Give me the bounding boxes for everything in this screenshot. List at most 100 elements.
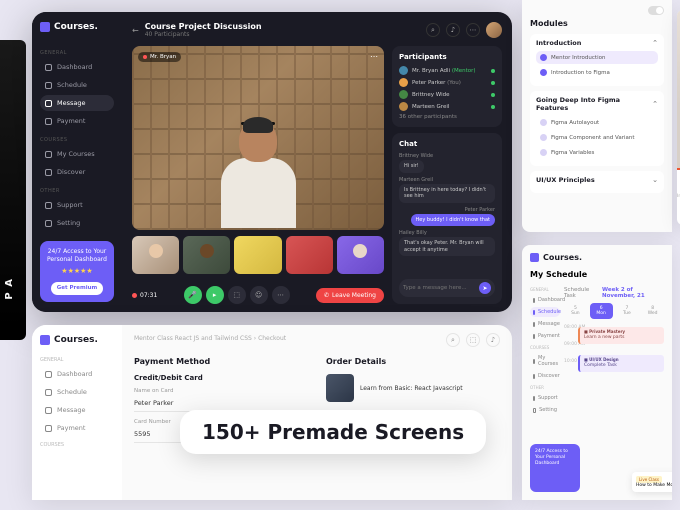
star-rating: ★★★★★ — [47, 267, 107, 276]
thumb-5[interactable] — [337, 236, 384, 274]
more-participants-link[interactable]: 36 other participants — [399, 114, 495, 120]
chevron-up-icon: ⌃ — [652, 39, 658, 47]
chat-input[interactable] — [403, 285, 476, 291]
nav-payment[interactable]: Payment — [40, 113, 114, 129]
module-item[interactable]: Introduction to Figma — [536, 66, 658, 79]
search-icon[interactable]: ⌕ — [446, 333, 460, 347]
nav-payment[interactable]: Payment — [530, 331, 560, 341]
cart-icon[interactable]: ⬚ — [466, 333, 480, 347]
book-icon — [45, 151, 52, 158]
main-video[interactable]: Mr. Bryan ⋯ — [132, 46, 384, 230]
schedule-screen: Courses. My Schedule GENERAL Dashboard S… — [522, 245, 672, 500]
bell-icon[interactable]: ♪ — [486, 333, 500, 347]
participant-row[interactable]: Peter Parker (You) — [399, 78, 495, 87]
phone-icon: ✆ — [324, 292, 329, 299]
calendar-icon — [45, 82, 52, 89]
participant-row[interactable]: Brittney Wide — [399, 90, 495, 99]
bell-icon[interactable]: ♪ — [446, 23, 460, 37]
day-cell[interactable]: 8Wed — [641, 303, 664, 319]
nav-my-courses[interactable]: My Courses — [530, 353, 560, 369]
nav-schedule[interactable]: Schedule — [530, 307, 560, 317]
day-cell[interactable]: 6Mon — [590, 303, 613, 319]
nav-message[interactable]: Message — [530, 319, 560, 329]
tab-week[interactable]: Week 2 of November, 21 — [602, 287, 664, 299]
thumb-4[interactable] — [286, 236, 333, 274]
thumb-1[interactable] — [132, 236, 179, 274]
share-button[interactable]: ⬚ — [228, 286, 246, 304]
participant-row[interactable]: Mr. Bryan Adli (Mentor) — [399, 66, 495, 75]
event-card[interactable]: ■ UI/UX DesignComplete Task — [578, 355, 664, 372]
more-button[interactable]: ⋯ — [272, 286, 290, 304]
nav-message[interactable]: Message — [40, 95, 114, 111]
chat-title: Chat — [399, 140, 495, 148]
grid-icon — [533, 298, 535, 303]
settings-icon[interactable]: ⋯ — [466, 23, 480, 37]
chat-input-wrap: ➤ — [399, 279, 495, 297]
card-icon — [45, 118, 52, 125]
record-icon — [132, 293, 137, 298]
nav-payment[interactable]: Payment — [40, 420, 114, 436]
module-group[interactable]: UI/UX Principles⌄ — [530, 171, 664, 193]
emoji-button[interactable]: ☺ — [250, 286, 268, 304]
order-item-title: Learn from Basic: React Javascript — [360, 385, 463, 392]
help-icon — [45, 202, 52, 209]
thumb-2[interactable] — [183, 236, 230, 274]
promo-card: 24/7 Access to Your Personal Dashboard — [530, 444, 580, 492]
back-button[interactable]: ← — [132, 26, 139, 35]
card-type-option[interactable]: Credit/Debit Card — [134, 374, 308, 382]
nav-my-courses[interactable]: My Courses — [40, 146, 114, 162]
event-card[interactable]: ■ Private MasteryLearn a new parts — [578, 327, 664, 344]
camera-button[interactable]: ▸ — [206, 286, 224, 304]
get-premium-button[interactable]: Get Premium — [51, 282, 104, 295]
nav-setting[interactable]: Setting — [530, 405, 560, 415]
nav-setting[interactable]: Setting — [40, 215, 114, 231]
nav-discover[interactable]: Discover — [530, 371, 560, 381]
nav-dashboard[interactable]: Dashboard — [530, 295, 560, 305]
day-cell[interactable]: 5Sun — [564, 303, 587, 319]
status-dot — [491, 69, 495, 73]
module-item[interactable]: Mentor Introduction — [536, 51, 658, 64]
chat-icon — [45, 407, 52, 414]
dark-mode-toggle[interactable] — [648, 6, 664, 15]
tab-schedule-task[interactable]: Schedule Task — [564, 287, 596, 299]
call-controls: 07:31 🎤 ▸ ⬚ ☺ ⋯ ✆Leave Meeting — [132, 286, 384, 304]
payment-method-heading: Payment Method — [134, 357, 308, 366]
brand[interactable]: Courses. — [40, 22, 114, 32]
chat-message: Brittney WideHi sir! — [399, 153, 495, 173]
participant-row[interactable]: Marteen Greil — [399, 102, 495, 111]
chat-icon — [45, 100, 52, 107]
nav-dashboard[interactable]: Dashboard — [40, 59, 114, 75]
nav-support[interactable]: Support — [530, 393, 560, 403]
module-group[interactable]: Introduction⌃ Mentor Introduction Introd… — [530, 34, 664, 86]
nav-dashboard[interactable]: Dashboard — [40, 366, 114, 382]
schedule-heading: My Schedule — [530, 270, 664, 279]
nav-schedule[interactable]: Schedule — [40, 384, 114, 400]
day-cell[interactable]: 7Tue — [616, 303, 639, 319]
name-label: Name on Card — [134, 388, 308, 394]
search-icon[interactable]: ⌕ — [426, 23, 440, 37]
nav-discover[interactable]: Discover — [40, 164, 114, 180]
mic-button[interactable]: 🎤 — [184, 286, 202, 304]
send-button[interactable]: ➤ — [479, 282, 491, 294]
brand[interactable]: Courses. — [40, 335, 114, 345]
nav-section-general: GENERAL — [40, 50, 114, 56]
participants-panel: Participants Mr. Bryan Adli (Mentor) Pet… — [392, 46, 502, 127]
grid-icon — [45, 371, 52, 378]
avatar — [399, 90, 408, 99]
thumb-3[interactable] — [234, 236, 281, 274]
nav-support[interactable]: Support — [40, 197, 114, 213]
module-item[interactable]: Figma Component and Variant — [536, 131, 658, 144]
nav-message[interactable]: Message — [40, 402, 114, 418]
module-item[interactable]: Figma Variables — [536, 146, 658, 159]
nav-schedule[interactable]: Schedule — [40, 77, 114, 93]
calendar-icon — [45, 389, 52, 396]
leave-meeting-button[interactable]: ✆Leave Meeting — [316, 288, 384, 303]
order-thumbnail — [326, 374, 354, 402]
brand[interactable]: Courses. — [530, 253, 664, 262]
user-avatar[interactable] — [486, 22, 502, 38]
brand-icon — [40, 335, 50, 345]
module-group[interactable]: Going Deep Into Figma Features⌃ Figma Au… — [530, 91, 664, 166]
video-menu-icon[interactable]: ⋯ — [370, 52, 378, 61]
live-class-card[interactable]: Live ClassHow to Make Mo — [632, 472, 672, 492]
module-item[interactable]: Figma Autolayout — [536, 116, 658, 129]
